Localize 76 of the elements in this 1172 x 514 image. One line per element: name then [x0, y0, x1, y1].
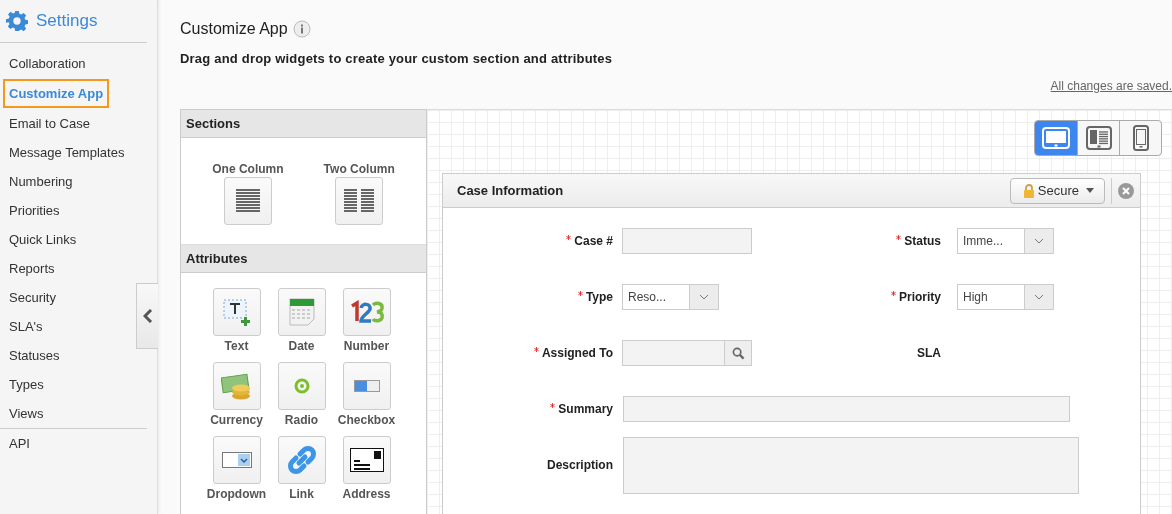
info-icon[interactable] [292, 20, 311, 38]
select-field[interactable]: Imme... [957, 228, 1054, 254]
field-label: SLA [917, 346, 941, 360]
nav-item[interactable]: Numbering [0, 167, 73, 196]
one-column-icon [235, 189, 260, 213]
nav-item[interactable]: SLA's [0, 312, 43, 341]
textarea-field[interactable] [623, 436, 1079, 494]
chevron-down-icon [1034, 294, 1044, 300]
nav-item[interactable]: Security [0, 283, 56, 312]
two-column-icon [344, 189, 375, 213]
widget-label: Date [288, 339, 315, 353]
monitor-icon [1042, 127, 1070, 149]
tablet-icon [1085, 126, 1112, 150]
caret-icon [1086, 188, 1094, 193]
chevron-down-icon [699, 294, 709, 300]
phone-icon [1132, 125, 1149, 151]
device-button[interactable] [1035, 121, 1077, 155]
nav-item[interactable]: Statuses [0, 341, 60, 370]
field-label: Summary [558, 402, 613, 416]
number-icon [348, 300, 385, 324]
nav-item[interactable]: Types [0, 370, 44, 399]
input-field[interactable] [623, 396, 1070, 422]
page-title: Customize App [180, 20, 288, 38]
chain-link-icon [287, 446, 316, 474]
gear-icon [6, 10, 28, 32]
text-field-icon [221, 297, 252, 327]
widget-label: Text [224, 339, 249, 353]
field-label: Type [585, 290, 613, 304]
section-title: Case Information [457, 183, 564, 198]
input-field[interactable] [622, 228, 752, 254]
close-icon[interactable] [1118, 182, 1134, 199]
select-field[interactable]: High [957, 284, 1054, 310]
select-field[interactable]: Reso... [622, 284, 719, 310]
secure-button[interactable]: Secure [1009, 177, 1105, 204]
attribute-widget[interactable] [342, 436, 391, 484]
nav-item[interactable]: Priorities [0, 196, 60, 225]
section-widget[interactable] [223, 177, 272, 225]
widget-label: Two Column [323, 162, 395, 176]
field-label: Description [547, 458, 613, 472]
page-subtitle: Drag and drop widgets to create your custom section and attributes [180, 51, 614, 66]
chevron-left-icon [142, 309, 153, 323]
toggle-icon [353, 380, 380, 392]
search-icon [731, 346, 745, 360]
chevron-down-icon [1034, 238, 1044, 244]
field-label: Priority [899, 290, 941, 304]
save-status-link[interactable]: All changes are saved. [1050, 79, 1172, 93]
nav-item[interactable]: Message Templates [0, 138, 125, 167]
nav-item[interactable]: Views [0, 399, 44, 428]
nav-item[interactable]: Collaboration [0, 49, 86, 78]
widget-label: Address [342, 487, 391, 501]
radio-icon [293, 378, 310, 394]
widget-label: Link [289, 487, 314, 501]
widget-label: Number [343, 339, 390, 353]
calendar-icon [286, 297, 317, 327]
dropdown-icon [221, 452, 252, 468]
money-icon [220, 371, 253, 401]
lookup-field[interactable] [622, 340, 752, 366]
field-label: Assigned To [541, 346, 613, 360]
nav-item[interactable]: Reports [0, 254, 55, 283]
nav-item[interactable]: Email to Case [0, 109, 90, 138]
nav-item[interactable]: Quick Links [0, 225, 77, 254]
sidebar-title: Settings [36, 11, 98, 31]
address-card-icon [349, 448, 384, 472]
padlock-icon [1022, 182, 1035, 199]
widget-label: Checkbox [337, 413, 396, 427]
section-widget[interactable] [335, 177, 384, 225]
nav-item[interactable]: API [0, 429, 30, 458]
collapse-button[interactable] [136, 283, 158, 349]
field-label: Case # [574, 234, 613, 248]
widget-label: One Column [212, 162, 284, 176]
field-label: Status [904, 234, 941, 248]
panel-header: Attributes [181, 245, 426, 273]
widget-label: Dropdown [206, 487, 267, 501]
widget-label: Currency [210, 413, 263, 427]
panel-header: Sections [181, 110, 426, 138]
widget-label: Radio [284, 413, 319, 427]
